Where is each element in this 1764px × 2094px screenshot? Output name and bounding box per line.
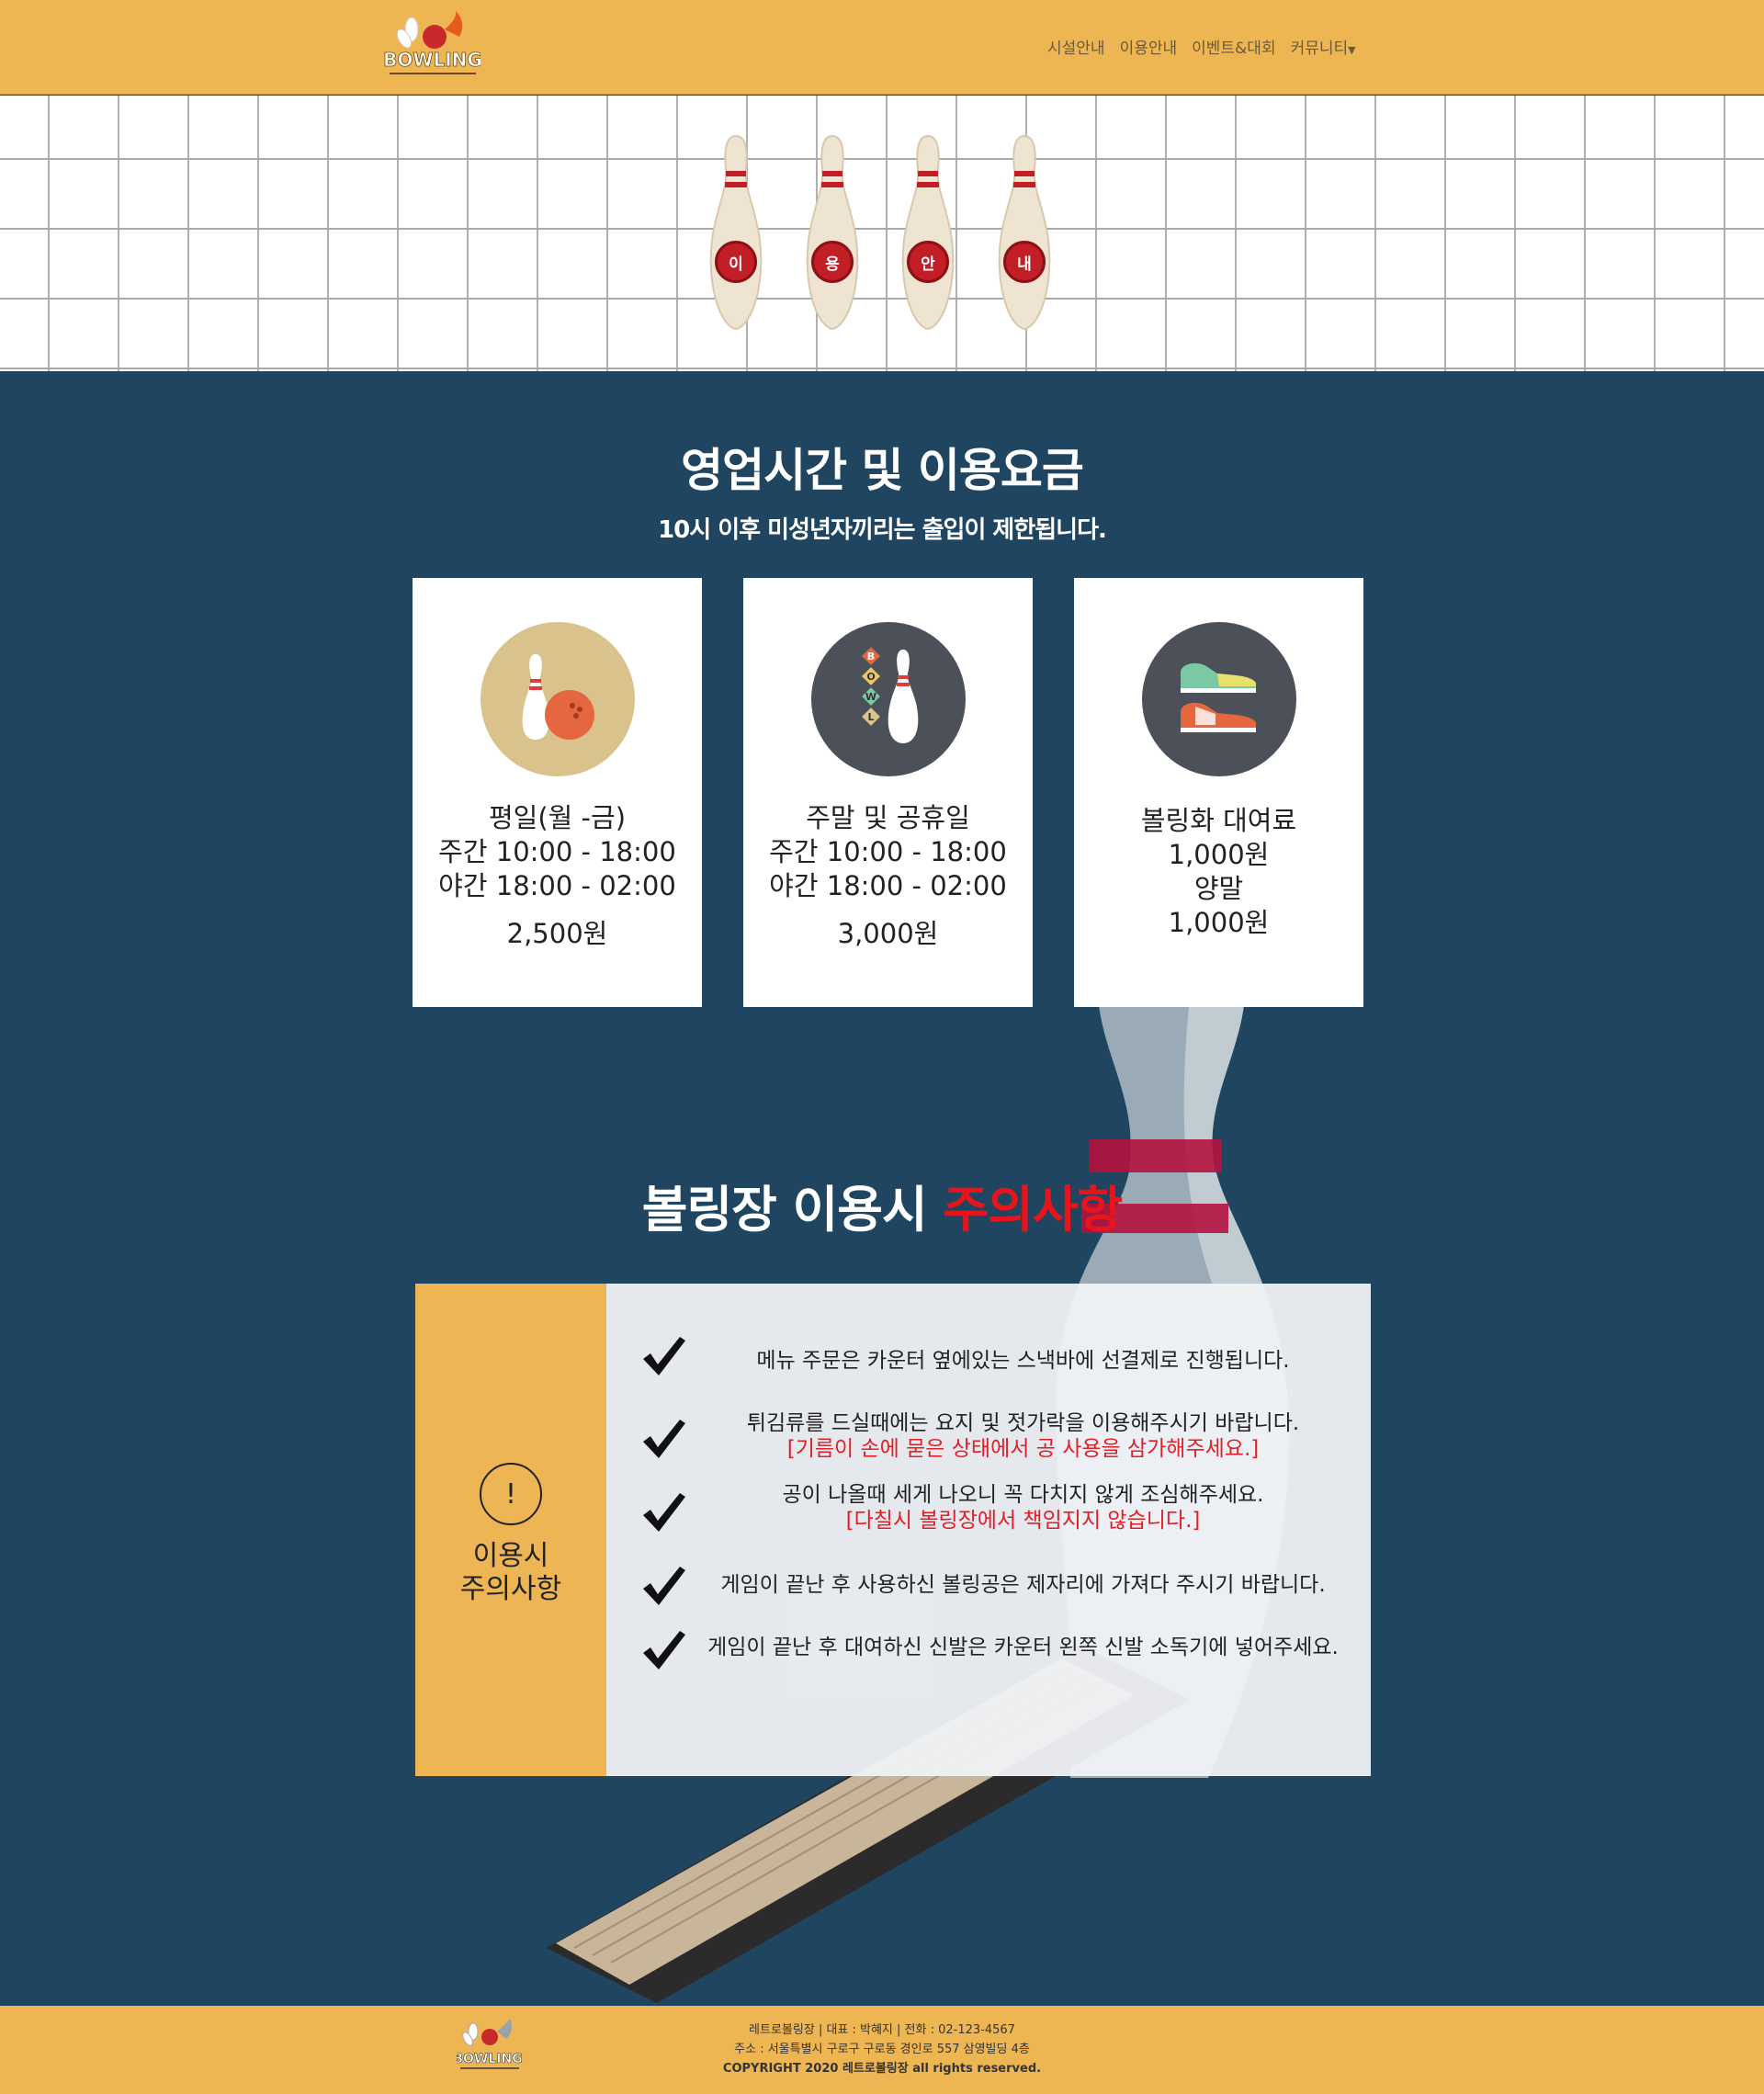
caution-rules-list: 메뉴 주문은 카운터 옆에있는 스낵바에 선결제로 진행됩니다. 튀김류를 드실… <box>606 1284 1371 1776</box>
nav-events[interactable]: 이벤트&대회 <box>1192 35 1275 58</box>
footer-business-info: 레트로볼링장 | 대표 : 박혜지 | 전화 : 02-123-4567 <box>749 2023 1015 2037</box>
hero-banner: 이 용 안 내 <box>0 96 1764 371</box>
hero-pin-2: 용 <box>802 132 863 334</box>
socks-price: 1,000원 <box>1168 907 1270 938</box>
footer-address: 주소 : 서울특별시 구로구 구로동 경인로 557 삼영빌딩 4층 <box>734 2043 1030 2056</box>
checkmark-icon <box>639 1333 687 1381</box>
site-header: BOWLING 시설안내 이용안내 이벤트&대회 커뮤니티▼ <box>0 0 1764 95</box>
shoe-rental-card: 볼링화 대여료 1,000원 양말 1,000원 <box>1074 578 1363 1007</box>
caution-title-main: 볼링장 이용시 <box>641 1181 944 1239</box>
bowling-logo[interactable]: BOWLING <box>383 9 482 85</box>
logo-pin-icon <box>396 17 419 49</box>
nav-facility[interactable]: 시설안내 <box>1047 35 1105 58</box>
main-nav: 시설안내 이용안내 이벤트&대회 커뮤니티▼ <box>1047 35 1356 58</box>
rule-main: 게임이 끝난 후 사용하신 볼링공은 제자리에 가져다 주시기 바랍니다. <box>720 1573 1326 1597</box>
shoe-rental-info: 볼링화 대여료 1,000원 양말 1,000원 <box>1074 804 1363 940</box>
hero-pin-1: 이 <box>706 132 766 334</box>
caution-title: 볼링장 이용시 주의사항 <box>0 1169 1764 1241</box>
rule-main: 튀김류를 드실때에는 요지 및 젓가락을 이용해주시기 바랍니다. <box>746 1411 1300 1435</box>
nav-community[interactable]: 커뮤니티▼ <box>1291 35 1356 58</box>
socks-label: 양말 <box>1193 873 1244 904</box>
caution-sidebar-line: 이용시 <box>472 1540 549 1572</box>
rule-main: 공이 나올때 세게 나오니 꼭 다치지 않게 조심해주세요. <box>782 1483 1264 1507</box>
card-night-hours: 야간 18:00 - 02:00 <box>769 870 1007 901</box>
hours-subtitle: 10시 이후 미성년자끼리는 출입이 제한됩니다. <box>658 516 1107 544</box>
hero-pin-3: 안 <box>898 132 958 334</box>
svg-text:O: O <box>866 671 875 683</box>
hours-title: 영업시간 및 이용요금 <box>681 444 1084 497</box>
card-day-hours: 주간 10:00 - 18:00 <box>438 836 676 867</box>
rule-warning: [기름이 손에 묻은 상태에서 공 사용을 삼가해주세요.] <box>786 1437 1260 1461</box>
caution-title-accent: 주의사항 <box>943 1181 1123 1239</box>
rule-text: 튀김류를 드실때에는 요지 및 젓가락을 이용해주시기 바랍니다. [기름이 손에… <box>694 1410 1352 1462</box>
checkmark-icon <box>639 1563 687 1611</box>
rule-main: 메뉴 주문은 카운터 옆에있는 스낵바에 선결제로 진행됩니다. <box>756 1349 1290 1373</box>
hero-pin-label: 안 <box>907 241 949 283</box>
shoe-rental-label: 볼링화 대여료 <box>1140 805 1297 836</box>
checkmark-icon <box>639 1627 687 1675</box>
checkmark-icon <box>639 1416 687 1464</box>
exclamation-icon: ! <box>480 1463 542 1525</box>
checkmark-icon <box>639 1489 687 1537</box>
svg-text:B: B <box>866 651 874 662</box>
caution-sidebar: ! 이용시 주의사항 <box>415 1284 606 1776</box>
caution-sidebar-line: 주의사항 <box>459 1573 562 1605</box>
svg-text:L: L <box>867 711 874 723</box>
caution-sidebar-title: 이용시 주의사항 <box>415 1540 606 1606</box>
hero-pin-4: 내 <box>994 132 1055 334</box>
rule-text: 메뉴 주문은 카운터 옆에있는 스낵바에 선결제로 진행됩니다. <box>694 1348 1352 1374</box>
shoe-rental-price: 1,000원 <box>1168 839 1270 870</box>
card-title: 평일(월 -금) <box>488 802 627 833</box>
svg-text:W: W <box>865 691 876 703</box>
footer-copyright: COPYRIGHT 2020 레트로볼링장 all rights reserve… <box>722 2062 1042 2076</box>
weekend-price-card: B O W L 주말 및 공휴일 주간 10:00 - 18:00 야간 18:… <box>743 578 1033 1007</box>
bowling-pin-ball-icon <box>480 622 635 776</box>
card-night-hours: 야간 18:00 - 02:00 <box>438 870 676 901</box>
svg-text:BOWLING: BOWLING <box>384 49 481 71</box>
hero-pin-label: 용 <box>811 241 854 283</box>
card-day-hours: 주간 10:00 - 18:00 <box>769 836 1007 867</box>
bowl-pin-icon: B O W L <box>810 622 966 776</box>
nav-community-label: 커뮤니티 <box>1290 40 1349 58</box>
site-footer: BOWLING 레트로볼링장 | 대표 : 박혜지 | 전화 : 02-123-… <box>0 2006 1764 2094</box>
hero-pin-label: 내 <box>1003 241 1046 283</box>
card-price: 3,000원 <box>837 918 939 949</box>
rule-text: 공이 나올때 세게 나오니 꼭 다치지 않게 조심해주세요. [다칠시 볼링장에서… <box>694 1482 1352 1534</box>
rule-warning: [다칠시 볼링장에서 책임지지 않습니다.] <box>845 1509 1201 1533</box>
bowling-shoes-icon <box>1141 622 1296 776</box>
hero-pin-label: 이 <box>715 241 757 283</box>
rule-text: 게임이 끝난 후 사용하신 볼링공은 제자리에 가져다 주시기 바랍니다. <box>694 1572 1352 1598</box>
rule-main: 게임이 끝난 후 대여하신 신발은 카운터 왼쪽 신발 소독기에 넣어주세요. <box>707 1636 1339 1659</box>
rule-text: 게임이 끝난 후 대여하신 신발은 카운터 왼쪽 신발 소독기에 넣어주세요. <box>694 1635 1352 1660</box>
nav-usage[interactable]: 이용안내 <box>1120 35 1178 58</box>
card-title: 주말 및 공휴일 <box>806 802 970 833</box>
weekday-price-card: 평일(월 -금) 주간 10:00 - 18:00 야간 18:00 - 02:… <box>413 578 702 1007</box>
chevron-down-icon: ▼ <box>1348 44 1356 56</box>
card-price: 2,500원 <box>506 918 608 949</box>
